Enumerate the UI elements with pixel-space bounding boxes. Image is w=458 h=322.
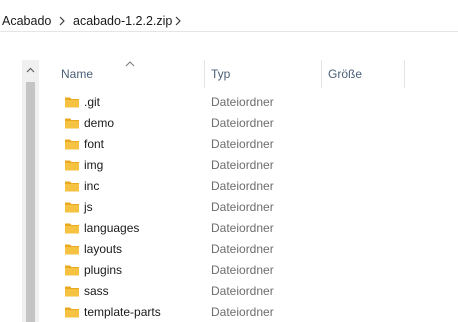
- file-type: Dateiordner: [211, 200, 274, 214]
- file-row[interactable]: sass Dateiordner: [39, 281, 458, 302]
- folder-icon: [64, 199, 80, 215]
- file-row[interactable]: .git Dateiordner: [39, 92, 458, 113]
- file-name[interactable]: sass: [84, 281, 109, 302]
- breadcrumb-item-zip[interactable]: acabado-1.2.2.zip: [73, 13, 172, 29]
- file-type: Dateiordner: [211, 263, 274, 277]
- file-name[interactable]: layouts: [84, 239, 122, 260]
- column-header-type[interactable]: Typ: [211, 60, 230, 88]
- address-bar[interactable]: Acabado acabado-1.2.2.zip: [0, 0, 458, 42]
- file-type: Dateiordner: [211, 242, 274, 256]
- folder-icon: [64, 157, 80, 173]
- scrollbar-thumb[interactable]: [26, 82, 35, 322]
- folder-icon: [64, 136, 80, 152]
- file-row[interactable]: layouts Dateiordner: [39, 239, 458, 260]
- address-bar-divider: [0, 31, 458, 32]
- file-row[interactable]: js Dateiordner: [39, 197, 458, 218]
- scroll-up-icon[interactable]: [22, 62, 39, 79]
- column-divider[interactable]: [404, 60, 405, 88]
- file-name[interactable]: js: [84, 197, 93, 218]
- sort-ascending-icon: [125, 60, 135, 68]
- file-name[interactable]: demo: [84, 113, 114, 134]
- file-type: Dateiordner: [211, 284, 274, 298]
- file-row[interactable]: template-parts Dateiordner: [39, 302, 458, 322]
- file-type: Dateiordner: [211, 179, 274, 193]
- file-explorer-window: Acabado acabado-1.2.2.zip Name Typ Größe…: [0, 0, 458, 322]
- file-row[interactable]: font Dateiordner: [39, 134, 458, 155]
- column-divider[interactable]: [321, 60, 322, 88]
- file-name[interactable]: inc: [84, 176, 99, 197]
- file-name[interactable]: languages: [84, 218, 139, 239]
- file-type: Dateiordner: [211, 305, 274, 319]
- file-type: Dateiordner: [211, 221, 274, 235]
- chevron-right-icon[interactable]: [57, 13, 67, 29]
- column-header-name[interactable]: Name: [61, 60, 93, 88]
- file-name[interactable]: template-parts: [84, 302, 161, 322]
- file-type: Dateiordner: [211, 158, 274, 172]
- folder-icon: [64, 241, 80, 257]
- file-type: Dateiordner: [211, 137, 274, 151]
- file-name[interactable]: plugins: [84, 260, 122, 281]
- folder-icon: [64, 220, 80, 236]
- file-name[interactable]: font: [84, 134, 104, 155]
- file-row[interactable]: plugins Dateiordner: [39, 260, 458, 281]
- file-row[interactable]: demo Dateiordner: [39, 113, 458, 134]
- file-name[interactable]: .git: [84, 92, 100, 113]
- column-header: Name Typ Größe: [39, 60, 458, 88]
- chevron-right-icon[interactable]: [173, 13, 183, 29]
- file-row[interactable]: languages Dateiordner: [39, 218, 458, 239]
- file-row[interactable]: img Dateiordner: [39, 155, 458, 176]
- file-name[interactable]: img: [84, 155, 103, 176]
- folder-icon: [64, 283, 80, 299]
- navigation-pane[interactable]: [0, 60, 22, 322]
- column-divider[interactable]: [204, 60, 205, 88]
- folder-icon: [64, 178, 80, 194]
- file-type: Dateiordner: [211, 116, 274, 130]
- column-header-size[interactable]: Größe: [328, 60, 362, 88]
- breadcrumb-item-acabado[interactable]: Acabado: [2, 13, 51, 29]
- navigation-scrollbar[interactable]: [22, 60, 39, 322]
- folder-icon: [64, 304, 80, 320]
- file-list: .git Dateiordner demo Dateiordner font Dateio…: [39, 92, 458, 322]
- folder-icon: [64, 115, 80, 131]
- file-row[interactable]: inc Dateiordner: [39, 176, 458, 197]
- folder-icon: [64, 262, 80, 278]
- file-type: Dateiordner: [211, 95, 274, 109]
- folder-icon: [64, 94, 80, 110]
